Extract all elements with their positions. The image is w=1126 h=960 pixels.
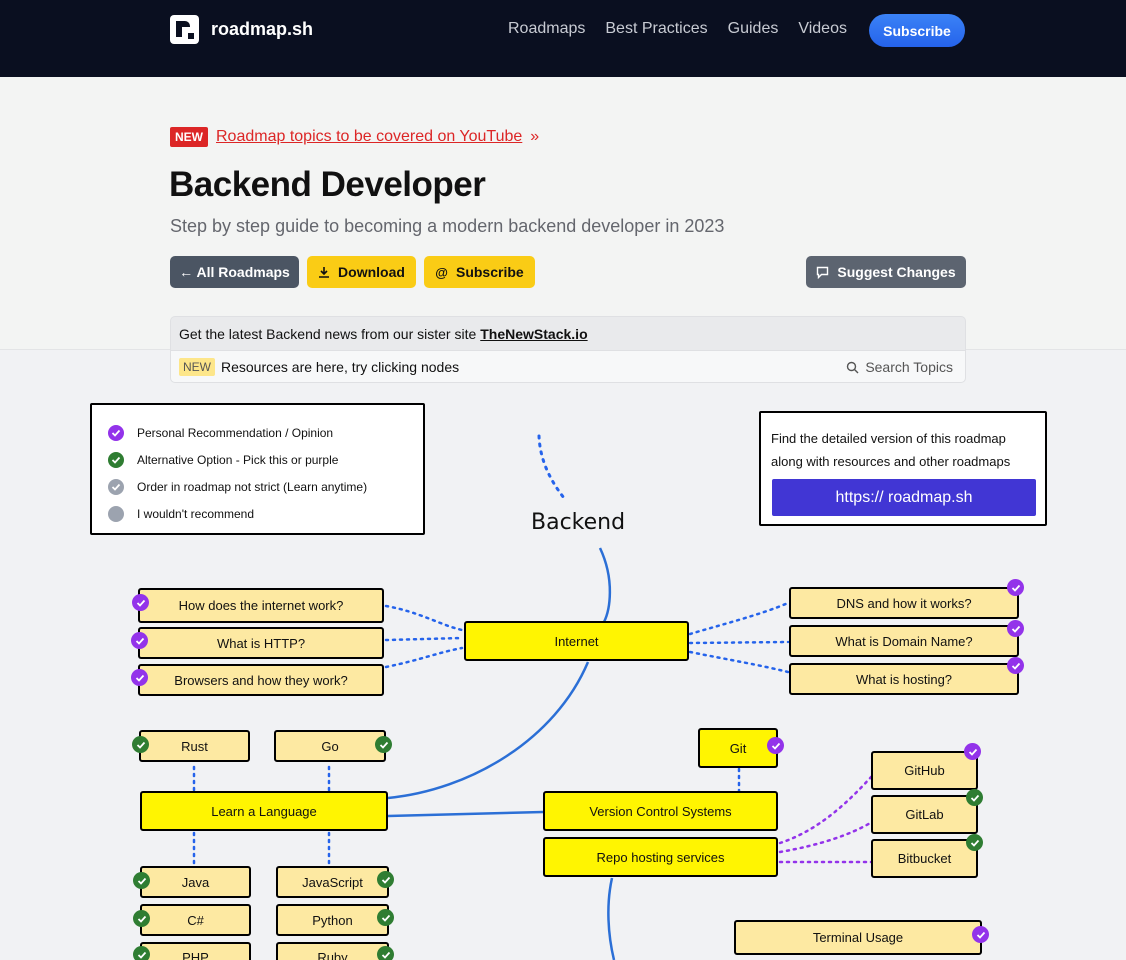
resources-new-badge: NEW xyxy=(179,357,215,376)
download-label: Download xyxy=(338,264,405,280)
purple-check-icon xyxy=(108,424,124,441)
node-domain-name[interactable]: What is Domain Name? xyxy=(789,625,1019,657)
node-python[interactable]: Python xyxy=(276,904,389,936)
download-button[interactable]: Download xyxy=(307,256,416,288)
nav-link-best-practices[interactable]: Best Practices xyxy=(605,20,707,38)
node-internet[interactable]: Internet xyxy=(464,621,689,661)
at-icon: @ xyxy=(435,264,448,280)
node-bitbucket[interactable]: Bitbucket xyxy=(871,839,978,878)
purple-check-icon xyxy=(972,926,989,943)
node-java[interactable]: Java xyxy=(140,866,251,898)
search-topics-label: Search Topics xyxy=(865,359,953,375)
purple-check-icon xyxy=(132,594,149,611)
top-navbar: roadmap.sh Roadmaps Best Practices Guide… xyxy=(0,0,1126,77)
legend-box: Personal Recommendation / Opinion Altern… xyxy=(90,403,425,535)
node-go[interactable]: Go xyxy=(274,730,386,762)
node-learn-language[interactable]: Learn a Language xyxy=(140,791,388,831)
node-javascript[interactable]: JavaScript xyxy=(276,866,389,898)
suggest-changes-label: Suggest Changes xyxy=(837,264,956,280)
page-title: Backend Developer xyxy=(169,165,486,204)
node-rust[interactable]: Rust xyxy=(139,730,250,762)
node-terminal-usage[interactable]: Terminal Usage xyxy=(734,920,982,955)
legend-item-alternative: Alternative Option - Pick this or purple xyxy=(108,446,407,473)
purple-check-icon xyxy=(1007,579,1024,596)
green-check-icon xyxy=(377,946,394,960)
green-check-icon xyxy=(108,451,124,468)
youtube-topics-link[interactable]: Roadmap topics to be covered on YouTube xyxy=(216,128,522,146)
green-check-icon xyxy=(966,834,983,851)
green-check-icon xyxy=(375,736,392,753)
green-check-icon xyxy=(377,909,394,926)
nav-subscribe-button[interactable]: Subscribe xyxy=(869,14,965,47)
resources-bar: NEW Resources are here, try clicking nod… xyxy=(170,350,966,383)
all-roadmaps-button[interactable]: ← All Roadmaps xyxy=(170,256,299,288)
legend-label: Alternative Option - Pick this or purple xyxy=(137,452,339,467)
node-dns[interactable]: DNS and how it works? xyxy=(789,587,1019,619)
legend-item-not-recommend: I wouldn't recommend xyxy=(108,500,407,527)
green-check-icon xyxy=(133,872,150,889)
promo-line-1: Find the detailed version of this roadma… xyxy=(771,431,1006,446)
subscribe-label: Subscribe xyxy=(455,264,524,280)
logo[interactable]: roadmap.sh xyxy=(170,15,313,44)
search-icon xyxy=(847,361,859,373)
node-github[interactable]: GitHub xyxy=(871,751,978,790)
gray-check-icon xyxy=(108,478,124,495)
legend-label: Order in roadmap not strict (Learn anyti… xyxy=(137,479,368,494)
node-gitlab[interactable]: GitLab xyxy=(871,795,978,834)
node-what-is-http[interactable]: What is HTTP? xyxy=(138,627,384,659)
legend-item-recommendation: Personal Recommendation / Opinion xyxy=(108,419,407,446)
node-vcs[interactable]: Version Control Systems xyxy=(543,791,778,831)
search-topics-button[interactable]: Search Topics xyxy=(846,359,953,375)
node-php[interactable]: PHP xyxy=(140,942,251,960)
download-icon xyxy=(319,267,330,278)
thenewstack-link[interactable]: TheNewStack.io xyxy=(480,326,587,342)
resources-text: Resources are here, try clicking nodes xyxy=(221,358,460,375)
green-check-icon xyxy=(133,910,150,927)
page-header xyxy=(0,77,1126,350)
node-git[interactable]: Git xyxy=(698,728,778,768)
green-check-icon xyxy=(377,871,394,888)
nav-link-videos[interactable]: Videos xyxy=(798,20,847,38)
purple-check-icon xyxy=(1007,657,1024,674)
green-check-icon xyxy=(133,946,150,960)
node-repo-hosting[interactable]: Repo hosting services xyxy=(543,837,778,877)
raquo-icon: » xyxy=(530,128,540,145)
suggest-changes-button[interactable]: Suggest Changes xyxy=(806,256,966,288)
green-check-icon xyxy=(966,789,983,806)
node-csharp[interactable]: C# xyxy=(140,904,251,936)
roadmap-sh-link-button[interactable]: https:// roadmap.sh xyxy=(772,479,1036,516)
news-bar: Get the latest Backend news from our sis… xyxy=(170,316,966,350)
page-subtitle: Step by step guide to becoming a modern … xyxy=(170,216,725,236)
green-check-icon xyxy=(132,736,149,753)
purple-check-icon xyxy=(964,743,981,760)
subscribe-button[interactable]: @ Subscribe xyxy=(424,256,535,288)
nav-link-roadmaps[interactable]: Roadmaps xyxy=(508,20,585,38)
purple-check-icon xyxy=(131,669,148,686)
news-text: Get the latest Backend news from our sis… xyxy=(179,325,477,342)
legend-label: Personal Recommendation / Opinion xyxy=(137,425,334,440)
node-ruby[interactable]: Ruby xyxy=(276,942,389,960)
purple-check-icon xyxy=(1007,620,1024,637)
node-how-internet-works[interactable]: How does the internet work? xyxy=(138,588,384,623)
youtube-banner: NEW Roadmap topics to be covered on YouT… xyxy=(170,127,539,147)
node-browsers[interactable]: Browsers and how they work? xyxy=(138,664,384,696)
roadmap-root-label: Backend xyxy=(531,510,626,535)
logo-icon xyxy=(170,15,199,44)
all-roadmaps-label: ← All Roadmaps xyxy=(179,264,290,280)
new-badge: NEW xyxy=(170,127,208,147)
logo-text: roadmap.sh xyxy=(211,19,314,39)
promo-box: Find the detailed version of this roadma… xyxy=(759,411,1047,526)
gray-dot-icon xyxy=(108,505,124,522)
comment-icon xyxy=(817,266,829,279)
purple-check-icon xyxy=(131,632,148,649)
nav-link-guides[interactable]: Guides xyxy=(728,20,779,38)
promo-line-2: along with resources and other roadmaps xyxy=(771,454,1011,469)
purple-check-icon xyxy=(767,737,784,754)
legend-item-order: Order in roadmap not strict (Learn anyti… xyxy=(108,473,407,500)
node-hosting[interactable]: What is hosting? xyxy=(789,663,1019,695)
legend-label: I wouldn't recommend xyxy=(137,506,255,521)
